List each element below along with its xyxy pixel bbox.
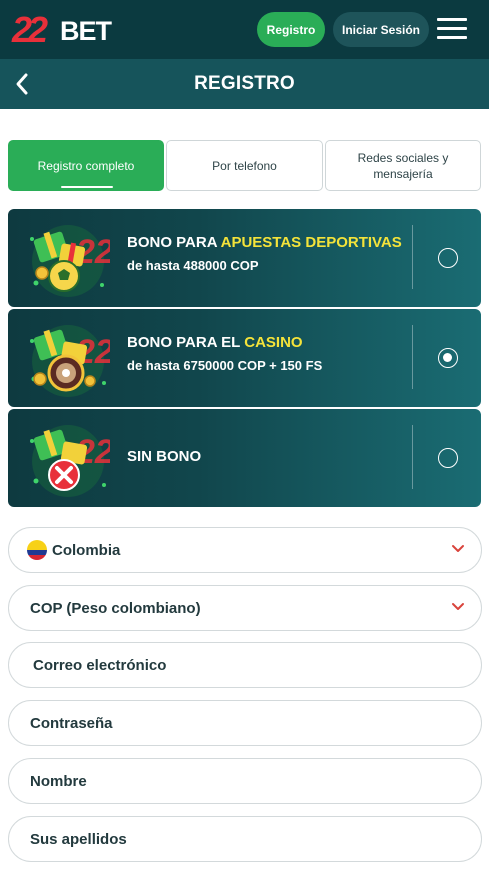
logo[interactable]: 22 BET <box>12 10 122 50</box>
bonus-divider <box>412 425 413 489</box>
bonus-title-prefix: SIN BONO <box>127 448 202 465</box>
bonus-radio-selected[interactable] <box>438 348 458 368</box>
back-arrow-icon[interactable] <box>12 71 36 97</box>
tab-label: Por telefono <box>212 158 277 173</box>
country-value: Colombia <box>52 541 121 559</box>
password-field[interactable] <box>8 700 482 746</box>
currency-value: COP (Peso colombiano) <box>30 599 201 617</box>
colombia-flag-icon <box>27 540 47 560</box>
country-select[interactable]: Colombia <box>8 527 482 573</box>
chevron-down-icon <box>452 545 464 552</box>
top-bar: 22 BET Registro Iniciar Sesión <box>0 0 489 59</box>
tab-por-telefono[interactable]: Por telefono <box>166 140 323 191</box>
first-name-field[interactable] <box>8 758 482 804</box>
bonus-title-prefix: BONO PARA EL <box>127 334 245 351</box>
bonus-divider <box>412 325 413 389</box>
bonus-title-prefix: BONO PARA <box>127 234 221 251</box>
chevron-down-icon <box>452 603 464 610</box>
bonus-option-casino[interactable]: 22 BONO PARA EL CASINO de hasta 6750000 … <box>8 309 481 407</box>
page-title: REGISTRO <box>194 73 295 94</box>
bonus-title: BONO PARA EL CASINO <box>127 333 322 353</box>
tab-registro-completo[interactable]: Registro completo <box>8 140 164 191</box>
bonus-title-highlight: APUESTAS DEPORTIVAS <box>220 234 402 251</box>
bonus-radio[interactable] <box>438 448 458 468</box>
bonus-detail: de hasta 6750000 COP + 150 FS <box>127 358 323 373</box>
logo-number: 22 <box>12 9 48 50</box>
title-bar: REGISTRO <box>0 59 489 109</box>
bonus-detail: de hasta 488000 COP <box>127 258 259 273</box>
tab-active-indicator <box>61 186 113 188</box>
email-field[interactable] <box>8 642 482 688</box>
bonus-radio[interactable] <box>438 248 458 268</box>
currency-select[interactable]: COP (Peso colombiano) <box>8 585 482 631</box>
login-button[interactable]: Iniciar Sesión <box>333 12 429 47</box>
bonus-option-none[interactable]: 22 SIN BONO <box>8 409 481 507</box>
bonus-text: BONO PARA EL CASINO de hasta 6750000 COP… <box>127 333 322 376</box>
bonus-title-highlight: CASINO <box>244 334 303 351</box>
bonus-title: BONO PARA APUESTAS DEPORTIVAS <box>127 233 402 253</box>
bonus-option-sports[interactable]: 22 BONO PARA APUESTAS DEPORTIVAS de hast… <box>8 209 481 307</box>
gift-football-icon: 22 <box>30 225 110 297</box>
bonus-text: BONO PARA APUESTAS DEPORTIVAS de hasta 4… <box>127 233 402 276</box>
register-button[interactable]: Registro <box>257 12 325 47</box>
logo-word: BET <box>60 16 112 46</box>
first-name-input[interactable] <box>30 772 481 790</box>
tab-label: Redes sociales y mensajería <box>357 150 449 181</box>
bonus-text: SIN BONO <box>127 447 201 467</box>
registration-tabs: Registro completo Por telefono Redes soc… <box>8 140 481 191</box>
last-name-input[interactable] <box>30 830 481 848</box>
password-input[interactable] <box>30 714 481 732</box>
bonus-title: SIN BONO <box>127 447 201 467</box>
gift-roulette-icon: 22 <box>30 325 110 397</box>
gift-cross-icon: 22 <box>30 425 110 497</box>
tab-label: Registro completo <box>37 158 135 173</box>
menu-icon[interactable] <box>437 16 467 42</box>
bonus-divider <box>412 225 413 289</box>
tab-redes-sociales[interactable]: Redes sociales y mensajería <box>325 140 481 191</box>
email-input[interactable] <box>33 656 481 674</box>
last-name-field[interactable] <box>8 816 482 862</box>
